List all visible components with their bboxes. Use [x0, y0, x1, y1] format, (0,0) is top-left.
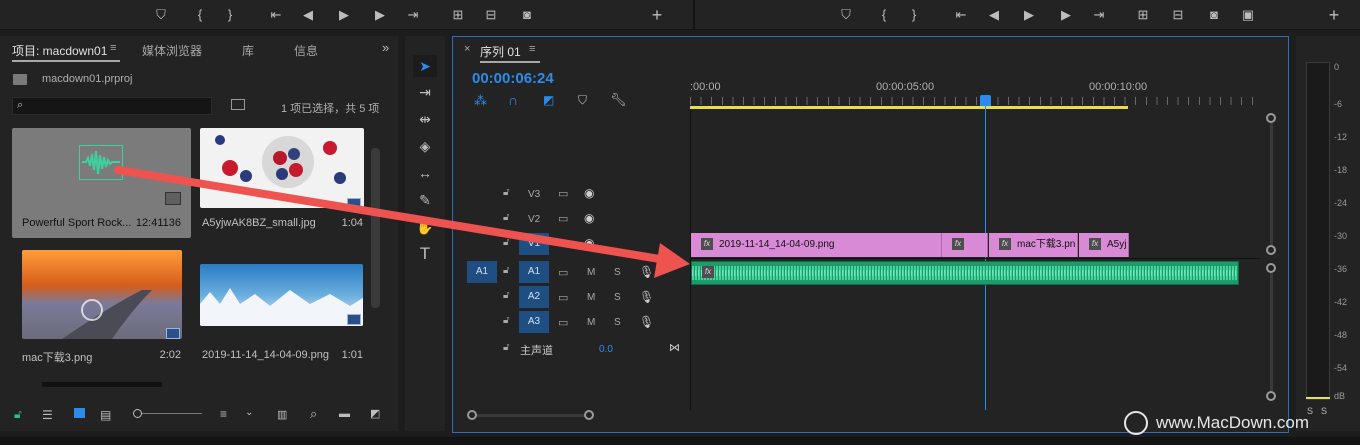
watermark-logo-icon [1124, 411, 1148, 435]
status-bar [0, 437, 1360, 445]
annotation-arrow [114, 166, 690, 278]
watermark: www.MacDown.com [1156, 413, 1310, 432]
